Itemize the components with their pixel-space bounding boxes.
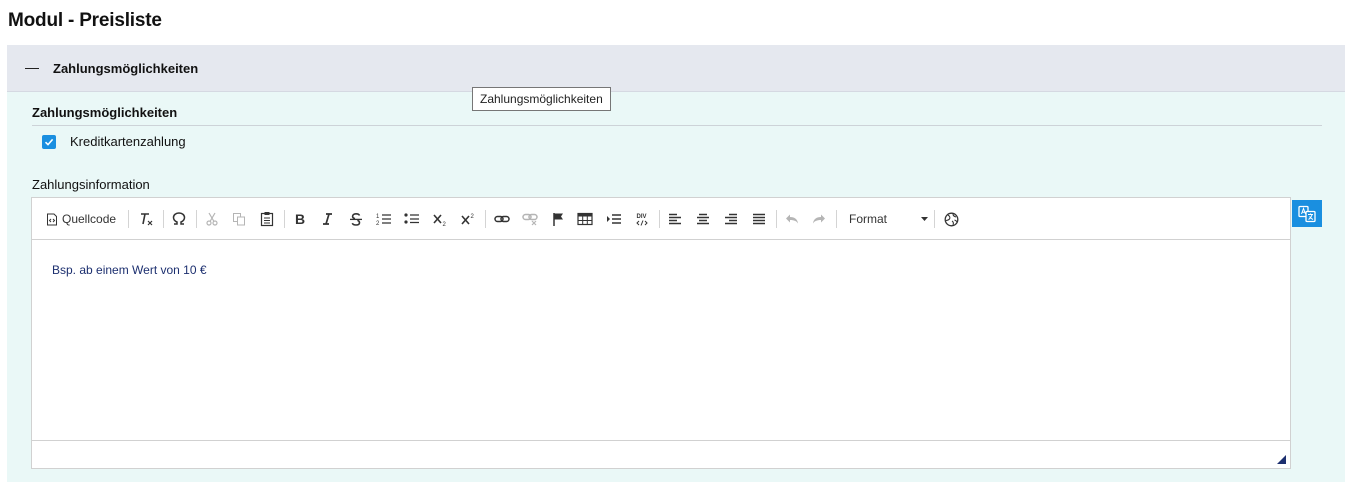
align-left-button[interactable] [666,208,684,230]
undo-button[interactable] [783,208,801,230]
svg-text:1: 1 [376,214,380,220]
align-right-icon [725,213,737,225]
justify-button[interactable] [750,208,768,230]
svg-text:2: 2 [443,222,447,226]
div-icon: DIV [636,214,648,226]
zahlungsinformation-label: Zahlungsinformation [32,177,150,192]
special-char-icon [172,212,186,225]
link-icon [494,215,510,223]
format-dropdown[interactable]: Format [840,208,928,230]
copy-button[interactable] [230,208,248,230]
bold-button[interactable]: B [291,208,309,230]
table-icon [577,212,593,226]
cut-icon [206,212,218,226]
source-icon [47,213,57,225]
kreditkarten-checkbox-label[interactable]: Kreditkartenzahlung [70,134,186,149]
remove-format-button[interactable] [136,208,156,230]
div-button[interactable]: DIV [632,208,652,230]
checkmark-icon [44,138,54,146]
source-button-label: Quellcode [62,212,117,226]
redo-button[interactable] [810,208,828,230]
strike-button[interactable] [347,208,365,230]
toolbar-separator [659,210,660,228]
toolbar-separator [485,210,486,228]
superscript-button[interactable]: 2 [458,208,478,230]
toolbar-separator [836,210,837,228]
toolbar-separator [934,210,935,228]
indent-icon [607,214,621,224]
unlink-icon [522,213,538,226]
editor-toolbar: Quellcode B 1 2 2 2 DIV Format [32,198,1290,240]
svg-text:2: 2 [471,214,475,220]
toolbar-separator [163,210,164,228]
subscript-button[interactable]: 2 [430,208,450,230]
rich-text-editor: Quellcode B 1 2 2 2 DIV Format Bsp. ab e… [31,197,1291,469]
copy-icon [233,213,245,226]
globe-icon [944,212,958,226]
source-button[interactable]: Quellcode [46,208,116,230]
toolbar-separator [284,210,285,228]
kreditkarten-checkbox[interactable] [42,134,56,149]
italic-icon [323,213,332,225]
superscript-icon: 2 [461,214,475,225]
align-right-button[interactable] [722,208,740,230]
resize-handle-icon[interactable] [1277,455,1286,464]
section-divider [32,125,1322,126]
indent-button[interactable] [604,208,624,230]
justify-icon [753,213,765,225]
align-center-icon [697,213,709,225]
language-button[interactable] [941,208,961,230]
table-button[interactable] [575,208,595,230]
page-title: Modul - Preisliste [8,10,162,31]
subscript-icon: 2 [433,214,447,226]
svg-text:B: B [295,212,305,226]
anchor-button[interactable] [549,208,567,230]
svg-text:DIV: DIV [637,214,647,220]
undo-icon [786,214,798,224]
link-button[interactable] [492,208,512,230]
bullet-list-icon [404,213,419,224]
editor-content[interactable]: Bsp. ab einem Wert von 10 € [32,240,1290,440]
paste-button[interactable] [258,208,276,230]
format-dropdown-label: Format [849,212,888,226]
bold-icon: B [295,212,305,226]
tooltip: Zahlungsmöglichkeiten [472,87,611,111]
align-center-button[interactable] [694,208,712,230]
collapse-icon [25,67,39,69]
svg-text:2: 2 [376,221,380,226]
remove-format-icon [141,213,153,226]
align-left-icon [669,213,681,225]
redo-icon [813,214,825,224]
ordered-list-icon: 1 2 [376,214,391,226]
toolbar-separator [128,210,129,228]
paste-icon [260,212,274,227]
accordion-header[interactable]: Zahlungsmöglichkeiten [7,45,1345,92]
chevron-down-icon [921,217,928,221]
unlink-button[interactable] [520,208,540,230]
accordion-header-label: Zahlungsmöglichkeiten [53,60,199,76]
translate-icon [1298,205,1316,222]
cut-button[interactable] [203,208,221,230]
checkbox-row: Kreditkartenzahlung [42,134,186,149]
bullet-list-button[interactable] [402,208,422,230]
special-char-button[interactable] [169,208,189,230]
section-title: Zahlungsmöglichkeiten [32,105,178,120]
toolbar-separator [776,210,777,228]
strike-icon [350,212,362,226]
italic-button[interactable] [318,208,336,230]
ordered-list-button[interactable]: 1 2 [374,208,394,230]
toolbar-separator [196,210,197,228]
editor-status-bar [32,440,1290,468]
anchor-icon [553,213,563,226]
translate-button[interactable] [1292,200,1322,227]
